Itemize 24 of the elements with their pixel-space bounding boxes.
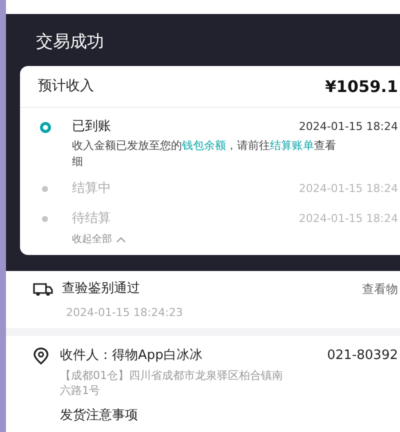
view-logistics-link[interactable]: 查看物 bbox=[362, 280, 398, 298]
income-amount: ¥1059.1 bbox=[325, 76, 398, 98]
status-time: 2024-01-15 18:24 bbox=[298, 118, 398, 135]
recipient-address: 【成都01仓】四川省成都市龙泉驿区柏合镇南六路1号 bbox=[59, 368, 284, 398]
status-label: 已到账 bbox=[72, 118, 111, 136]
status-time: 2024-01-15 18:24 bbox=[298, 180, 398, 197]
status-label: 结算中 bbox=[72, 180, 111, 198]
status-note-tail: 细 bbox=[72, 154, 84, 170]
page-title: 交易成功 bbox=[35, 31, 105, 54]
truck-icon bbox=[32, 281, 54, 297]
chevron-up-icon bbox=[116, 236, 126, 242]
status-note: 收入金额已发放至您的钱包余额，请前往结算账单查看 bbox=[72, 138, 337, 154]
income-label: 预计收入 bbox=[38, 77, 94, 96]
status-time: 2024-01-15 18:24 bbox=[298, 210, 398, 227]
notice-title: 发货注意事项 bbox=[59, 406, 139, 424]
recipient-phone: 021-80392 bbox=[327, 346, 398, 365]
logistics-time: 2024-01-15 18:24:23 bbox=[65, 305, 184, 321]
location-pin-icon bbox=[32, 346, 50, 364]
note-link[interactable]: 结算账单 bbox=[270, 139, 314, 152]
collapse-all-button[interactable]: 收起全部 bbox=[72, 232, 126, 247]
logistics-status: 查验鉴别通过 bbox=[62, 280, 140, 298]
note-link[interactable]: 钱包余额 bbox=[182, 139, 226, 152]
recipient-name: 收件人：得物App白冰冰 bbox=[60, 346, 202, 365]
status-label: 待结算 bbox=[72, 210, 111, 228]
